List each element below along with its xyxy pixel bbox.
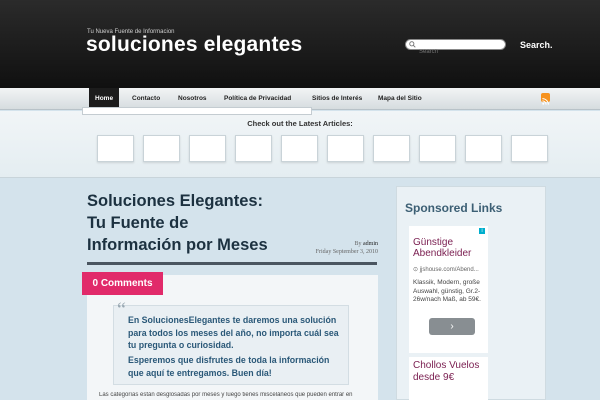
post-quote: En SolucionesElegantes te daremos una so… (113, 305, 349, 385)
article-thumbnail[interactable] (281, 135, 318, 162)
post-title-line: Soluciones Elegantes: (87, 192, 264, 210)
post-title[interactable]: Soluciones Elegantes: Tu Fuente de Infor… (87, 190, 287, 256)
site-header: Tu Nueva Fuente de Informacion solucione… (0, 0, 600, 88)
post-byline: By admin Friday September 3, 2010 (316, 240, 378, 256)
article-thumbnail[interactable] (143, 135, 180, 162)
nav-item-sitios[interactable]: Sitios de Interés (306, 88, 368, 110)
nav-item-mapa[interactable]: Mapa del Sitio (372, 88, 428, 110)
sponsored-ad[interactable]: i Günstige Abendkleider ⊙ jjshouse.com/A… (409, 226, 488, 353)
quote-paragraph: En SolucionesElegantes te daremos una so… (128, 315, 339, 350)
search-button[interactable]: Search. (516, 39, 557, 51)
latest-articles-title: Check out the Latest Articles: (247, 119, 353, 128)
quote-mark-icon: “ (117, 299, 126, 321)
article-thumbnail[interactable] (511, 135, 548, 162)
ad-url[interactable]: ⊙ jjshouse.com/Abend... (413, 266, 479, 273)
sidebar-title: Sponsored Links (405, 201, 503, 215)
post-author[interactable]: admin (363, 241, 378, 247)
ad-text: Klassik, Modern, große Auswahl, günstig,… (413, 279, 481, 303)
ad-arrow-button[interactable]: › (429, 318, 475, 335)
rss-icon[interactable] (541, 93, 550, 105)
article-thumbnail[interactable] (327, 135, 364, 162)
search-icon (409, 41, 416, 48)
search-input[interactable] (406, 47, 505, 57)
post-title-line: Información por Meses (87, 236, 268, 254)
ad-title[interactable]: Chollos Vuelos desde 9€ (413, 360, 485, 383)
article-thumbnail[interactable] (97, 135, 134, 162)
globe-icon: ⊙ (413, 267, 419, 273)
post-title-line: Tu Fuente de (87, 214, 189, 232)
site-title[interactable]: soluciones elegantes (86, 33, 302, 57)
article-thumbnail[interactable] (373, 135, 410, 162)
by-label: By (354, 241, 362, 247)
ad-title[interactable]: Günstige Abendkleider (413, 237, 488, 259)
search-box[interactable] (405, 39, 506, 57)
title-divider (87, 262, 377, 265)
article-thumbnail[interactable] (465, 135, 502, 162)
quote-paragraph: Esperemos que disfrutes de toda la infor… (128, 355, 330, 378)
article-thumbnail[interactable] (235, 135, 272, 162)
sidebar: Sponsored Links i Günstige Abendkleider … (396, 186, 546, 400)
ad-info-icon[interactable]: i (479, 228, 485, 234)
post-meta-bar (82, 107, 312, 115)
sponsored-ad[interactable]: Chollos Vuelos desde 9€ (409, 357, 488, 400)
post-excerpt: Las categorías están desglosadas por mes… (99, 392, 353, 398)
post-date: Friday September 3, 2010 (315, 249, 378, 255)
comments-badge[interactable]: 0 Comments (82, 272, 163, 295)
article-thumbnail[interactable] (189, 135, 226, 162)
latest-articles: Check out the Latest Articles: (0, 111, 600, 178)
article-thumbnail[interactable] (419, 135, 456, 162)
